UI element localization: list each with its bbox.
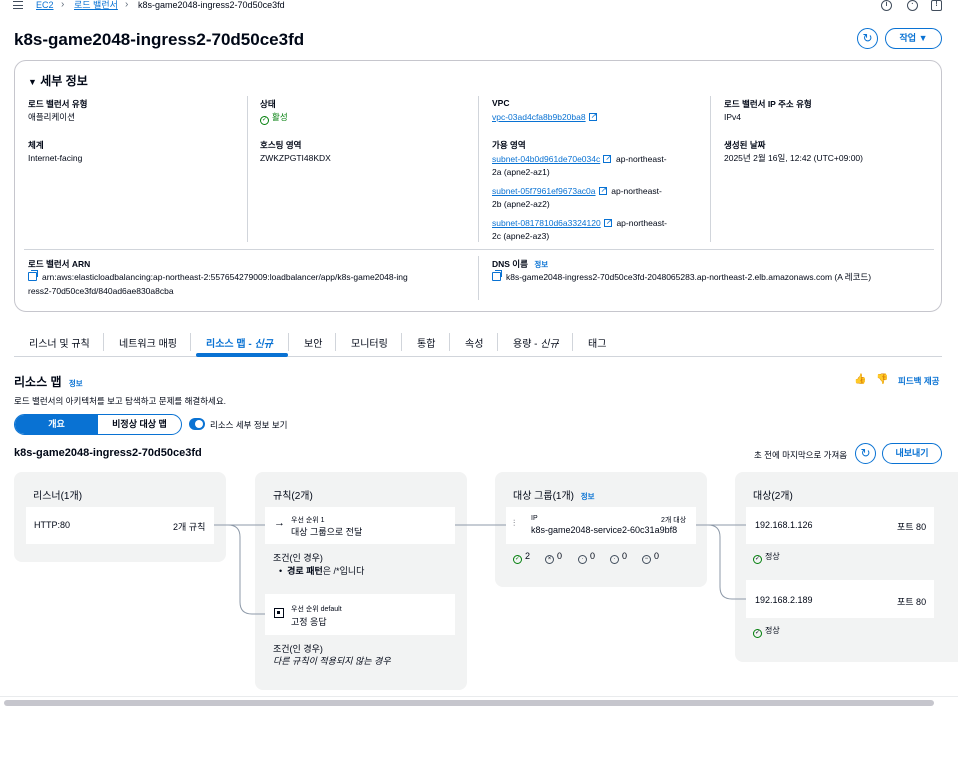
horizontal-scrollbar[interactable] [4, 700, 934, 706]
connector-listener-rule-default [214, 524, 265, 615]
connector-target-group-target-2 [696, 524, 746, 600]
map-connectors [214, 524, 746, 615]
scroll-track [0, 696, 958, 697]
